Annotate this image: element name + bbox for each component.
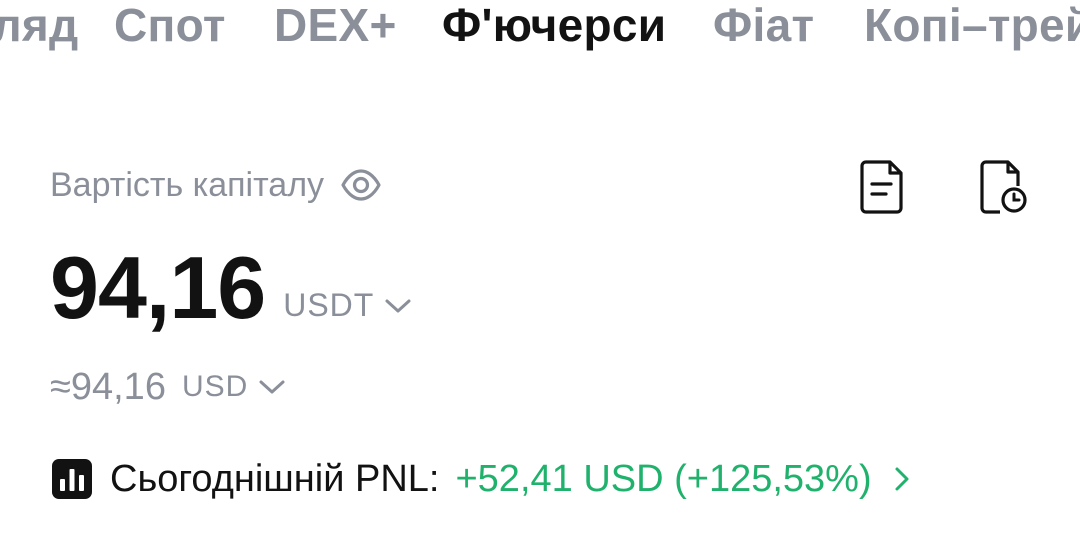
bar-chart-icon	[52, 459, 92, 499]
pnl-label: Сьогоднішній PNL:	[110, 457, 440, 500]
pnl-value: +52,41 USD (+125,53%)	[455, 457, 872, 500]
chevron-down-icon	[259, 380, 285, 394]
equity-label: Вартість капіталу	[50, 165, 325, 204]
currency-selector[interactable]: USDT	[283, 287, 412, 324]
chevron-down-icon	[385, 299, 411, 312]
tab-spot[interactable]: Спот	[114, 0, 226, 50]
eye-icon[interactable]	[340, 164, 382, 206]
currency-unit: USDT	[283, 287, 375, 323]
equity-balance: 94,16 USDT	[50, 240, 412, 336]
approx-unit: USD	[181, 370, 249, 403]
equity-header: Вартість капіталу	[50, 162, 382, 208]
document-icon[interactable]	[858, 158, 908, 216]
top-tab-bar: Огляд Спот DEX+ Ф'ючерси Фіат Копі–трейд…	[0, 0, 1080, 60]
tab-copy-trading[interactable]: Копі–трейдинг	[864, 0, 1080, 50]
chevron-right-icon	[895, 467, 909, 491]
tab-fiat[interactable]: Фіат	[713, 0, 814, 50]
today-pnl-row[interactable]: Сьогоднішній PNL: +52,41 USD (+125,53%)	[52, 452, 912, 506]
equity-amount: 94,16	[50, 238, 266, 337]
tab-dex[interactable]: DEX+	[274, 0, 397, 50]
tab-overview[interactable]: Огляд	[0, 0, 79, 50]
approx-balance[interactable]: ≈94,16 USD	[50, 362, 286, 412]
approx-value: ≈94,16	[50, 365, 166, 408]
document-clock-icon[interactable]	[978, 158, 1028, 216]
tab-futures[interactable]: Ф'ючерси	[442, 0, 666, 50]
